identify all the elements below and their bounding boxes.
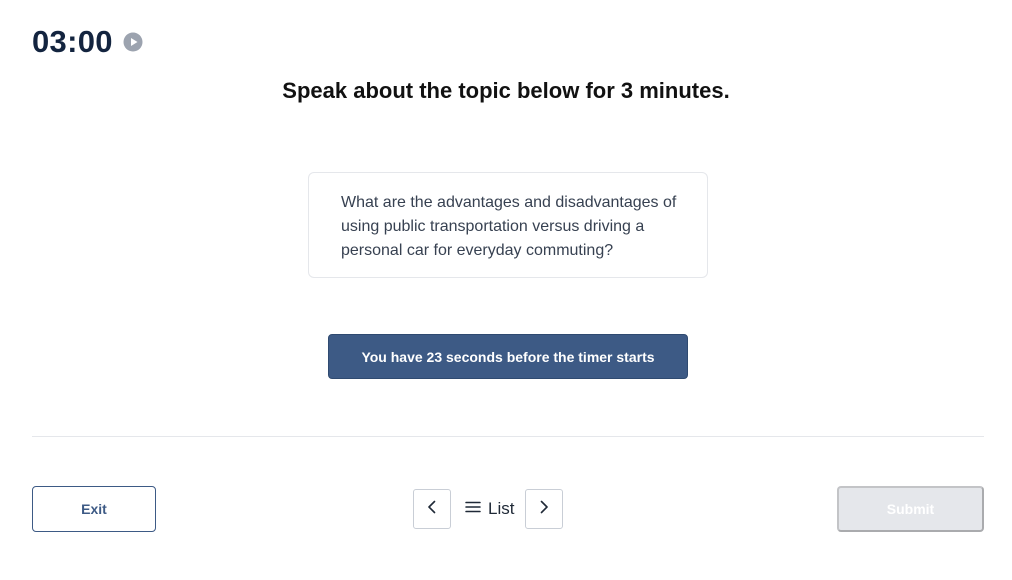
- topic-prompt-text: What are the advantages and disadvantage…: [341, 194, 677, 259]
- hamburger-menu-icon: [465, 499, 481, 519]
- preparation-countdown-text: You have 23 seconds before the timer sta…: [361, 348, 655, 365]
- question-navigation: List: [413, 489, 564, 529]
- preparation-countdown-banner: You have 23 seconds before the timer sta…: [328, 334, 688, 379]
- footer-divider: [32, 436, 984, 437]
- question-list-label: List: [488, 499, 515, 518]
- timer-row: 03:00: [32, 24, 143, 60]
- next-question-button[interactable]: [525, 489, 564, 529]
- task-heading: Speak about the topic below for 3 minute…: [282, 78, 730, 103]
- speaking-task-page: 03:00 Speak about the topic below for 3 …: [0, 0, 1012, 580]
- play-circle-icon[interactable]: [123, 32, 143, 52]
- chevron-left-icon: [425, 499, 439, 520]
- topic-prompt-card: What are the advantages and disadvantage…: [308, 172, 708, 278]
- countdown-timer: 03:00: [32, 24, 113, 59]
- question-list-button[interactable]: List: [451, 489, 525, 529]
- exit-button[interactable]: Exit: [32, 486, 156, 532]
- chevron-right-icon: [537, 499, 551, 520]
- submit-button[interactable]: Submit: [837, 486, 984, 532]
- previous-question-button[interactable]: [413, 489, 451, 529]
